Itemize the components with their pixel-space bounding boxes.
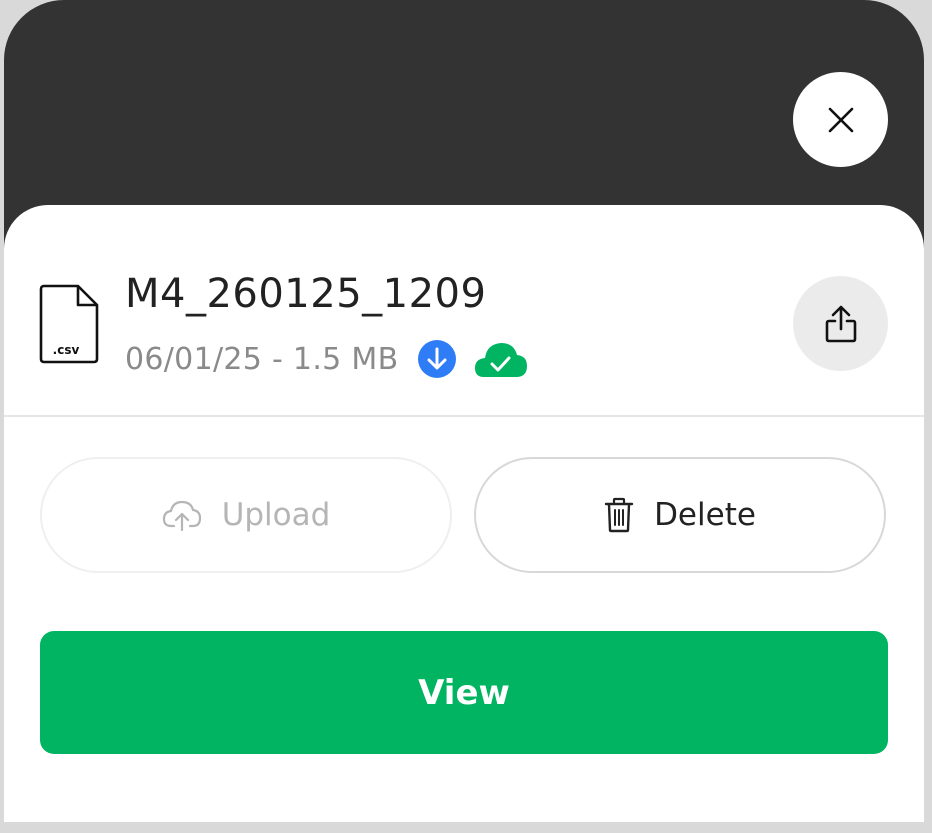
close-button[interactable]	[793, 72, 888, 167]
share-button[interactable]	[793, 276, 888, 371]
divider	[4, 415, 924, 417]
close-icon	[828, 107, 853, 132]
file-extension-label: .csv	[53, 343, 80, 357]
delete-button[interactable]: Delete	[474, 457, 886, 573]
csv-file-icon: .csv	[39, 284, 99, 364]
download-status-icon	[418, 340, 457, 378]
file-detail-modal: .csv M4_260125_1209 06/01/25 - 1.5 MB Up…	[4, 0, 924, 822]
delete-label: Delete	[654, 497, 756, 533]
trash-icon	[604, 497, 634, 533]
file-meta-row: 06/01/25 - 1.5 MB	[125, 339, 528, 379]
upload-label: Upload	[221, 497, 331, 533]
file-date-size: 06/01/25 - 1.5 MB	[125, 341, 399, 377]
upload-button[interactable]: Upload	[40, 457, 452, 573]
file-name: M4_260125_1209	[125, 271, 487, 317]
cloud-upload-icon	[162, 500, 201, 531]
share-icon	[825, 305, 856, 342]
cloud-synced-icon	[475, 343, 528, 377]
view-label: View	[418, 672, 510, 713]
bottom-sheet: .csv M4_260125_1209 06/01/25 - 1.5 MB Up…	[4, 205, 924, 822]
view-button[interactable]: View	[40, 631, 888, 754]
